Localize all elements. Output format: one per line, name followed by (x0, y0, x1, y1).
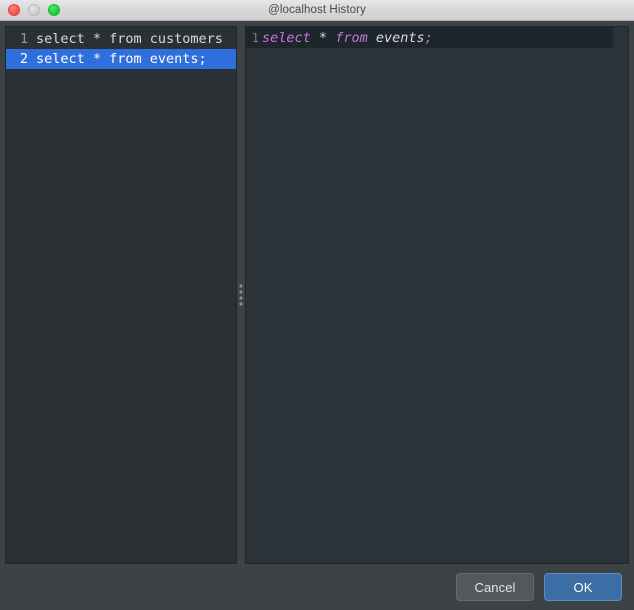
dialog-footer: Cancel OK (0, 564, 634, 610)
ok-button[interactable]: OK (544, 573, 622, 601)
sql-identifier-events: events (375, 29, 425, 46)
sql-space-3 (368, 30, 376, 46)
sql-keyword-from: from (335, 29, 368, 46)
history-item-line-number: 2 (19, 51, 28, 67)
history-list[interactable]: 1 select * from customers 2 select * fro… (6, 27, 236, 69)
sql-operator-star: * (318, 29, 328, 46)
history-list-panel[interactable]: 1 select * from customers 2 select * fro… (5, 26, 237, 564)
pane-splitter[interactable] (237, 26, 245, 564)
splitter-grip-icon (239, 284, 243, 306)
maximize-button[interactable] (48, 4, 60, 16)
sql-space-1 (311, 30, 319, 46)
window-controls (0, 4, 60, 16)
window-title: @localhost History (268, 4, 366, 16)
history-item-line-number: 1 (19, 31, 28, 47)
history-item-query: select * from customers (36, 31, 223, 47)
split-panes: 1 select * from customers 2 select * fro… (5, 26, 629, 564)
history-dialog-window: @localhost History 1 select * from custo… (0, 0, 634, 610)
close-button[interactable] (8, 4, 20, 16)
list-item[interactable]: 1 select * from customers (6, 29, 236, 49)
minimize-button[interactable] (28, 4, 40, 16)
sql-punctuation-semicolon: ; (424, 29, 433, 46)
sql-preview-editor[interactable]: 1 select * from events; (245, 26, 629, 564)
cancel-button[interactable]: Cancel (456, 573, 534, 601)
editor-code: select * from events; (262, 30, 433, 46)
editor-line: 1 select * from events; (246, 27, 613, 48)
sql-keyword-select: select (262, 29, 311, 46)
list-item[interactable]: 2 select * from events; (6, 49, 236, 69)
title-bar: @localhost History (0, 0, 634, 21)
history-item-query: select * from events; (36, 51, 207, 67)
sql-space-2 (327, 30, 335, 46)
dialog-body: 1 select * from customers 2 select * fro… (0, 21, 634, 564)
editor-line-number: 1 (251, 30, 259, 45)
